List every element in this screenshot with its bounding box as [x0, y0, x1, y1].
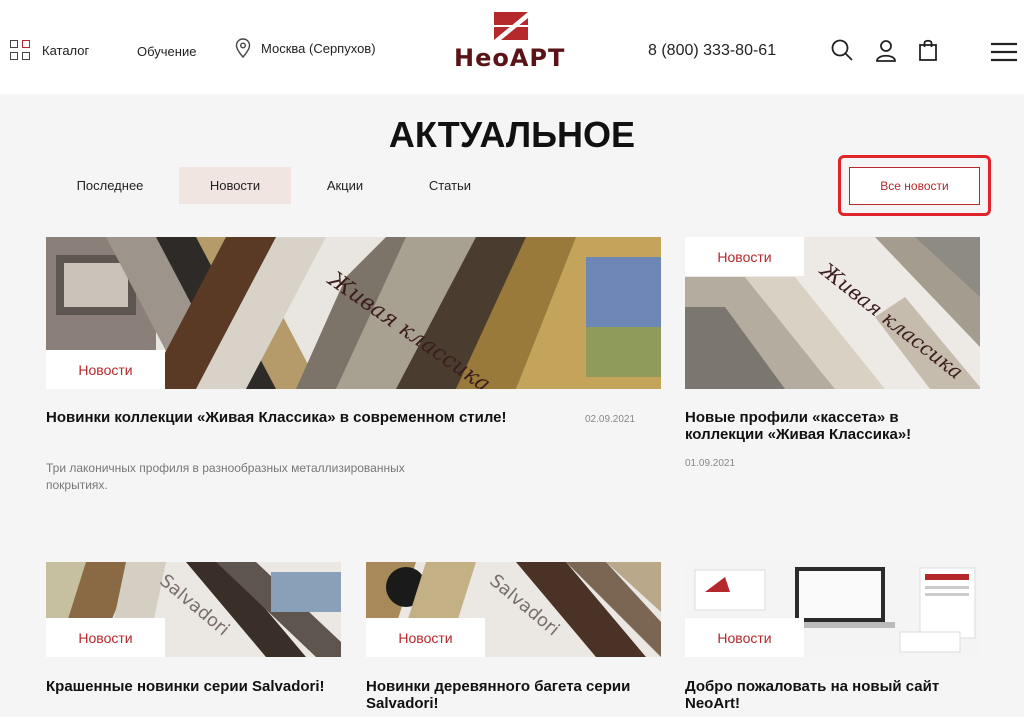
side-news-date: 01.09.2021 — [685, 458, 736, 469]
hamburger-menu-icon[interactable] — [991, 42, 1017, 62]
category-badge[interactable]: Новости — [46, 618, 165, 657]
all-news-highlight: Все новости — [838, 155, 991, 216]
all-news-button[interactable]: Все новости — [849, 167, 980, 205]
side-news-image[interactable]: Живая классика Новости — [685, 237, 980, 389]
news-card-image[interactable]: Новости — [685, 562, 980, 657]
shopping-bag-icon[interactable] — [916, 38, 940, 62]
news-card-title[interactable]: Крашенные новинки серии Salvadori! — [46, 678, 341, 695]
category-badge[interactable]: Новости — [46, 350, 165, 389]
featured-news-description: Три лаконичных профиля в разнообразных м… — [46, 461, 405, 492]
tab-promotions[interactable]: Акции — [310, 167, 380, 204]
category-badge[interactable]: Новости — [685, 618, 804, 657]
city-label: Москва (Серпухов) — [261, 40, 376, 56]
category-badge[interactable]: Новости — [366, 618, 485, 657]
tab-articles[interactable]: Статьи — [410, 167, 490, 204]
city-selector[interactable]: Москва (Серпухов) — [235, 38, 376, 58]
site-logo[interactable]: НеоАРТ — [454, 12, 570, 72]
user-icon[interactable] — [874, 38, 898, 62]
logo-mark-icon — [494, 12, 528, 40]
tab-latest[interactable]: Последнее — [60, 167, 160, 204]
search-icon[interactable] — [830, 38, 854, 62]
learning-link[interactable]: Обучение — [137, 44, 196, 59]
side-news-title[interactable]: Новые профили «кассета» в коллекции «Жив… — [685, 409, 980, 443]
phone-number[interactable]: 8 (800) 333-80-61 — [648, 42, 776, 60]
featured-news-image[interactable]: Живая классика Новости — [46, 237, 661, 389]
category-badge[interactable]: Новости — [685, 237, 804, 276]
logo-text: НеоАРТ — [454, 44, 566, 72]
news-card-image[interactable]: Salvadori Новости — [46, 562, 341, 657]
news-card-image[interactable]: Salvadori Новости — [366, 562, 661, 657]
learning-label: Обучение — [137, 44, 197, 59]
page-title: АКТУАЛЬНОЕ — [388, 114, 636, 155]
catalog-grid-icon — [10, 40, 30, 60]
featured-news-title[interactable]: Новинки коллекции «Живая Классика» в сов… — [46, 409, 526, 426]
news-card-title[interactable]: Новинки деревянного багета серии Salvado… — [366, 678, 661, 712]
catalog-button[interactable]: Каталог — [10, 40, 89, 60]
featured-news-date: 02.09.2021 — [585, 414, 636, 425]
site-header: Каталог Обучение Москва (Серпухов) НеоАР… — [0, 0, 1024, 94]
news-card-title[interactable]: Добро пожаловать на новый сайт NeoArt! — [685, 678, 980, 712]
location-pin-icon — [235, 38, 251, 58]
tab-news[interactable]: Новости — [179, 167, 291, 204]
catalog-label: Каталог — [42, 42, 90, 58]
